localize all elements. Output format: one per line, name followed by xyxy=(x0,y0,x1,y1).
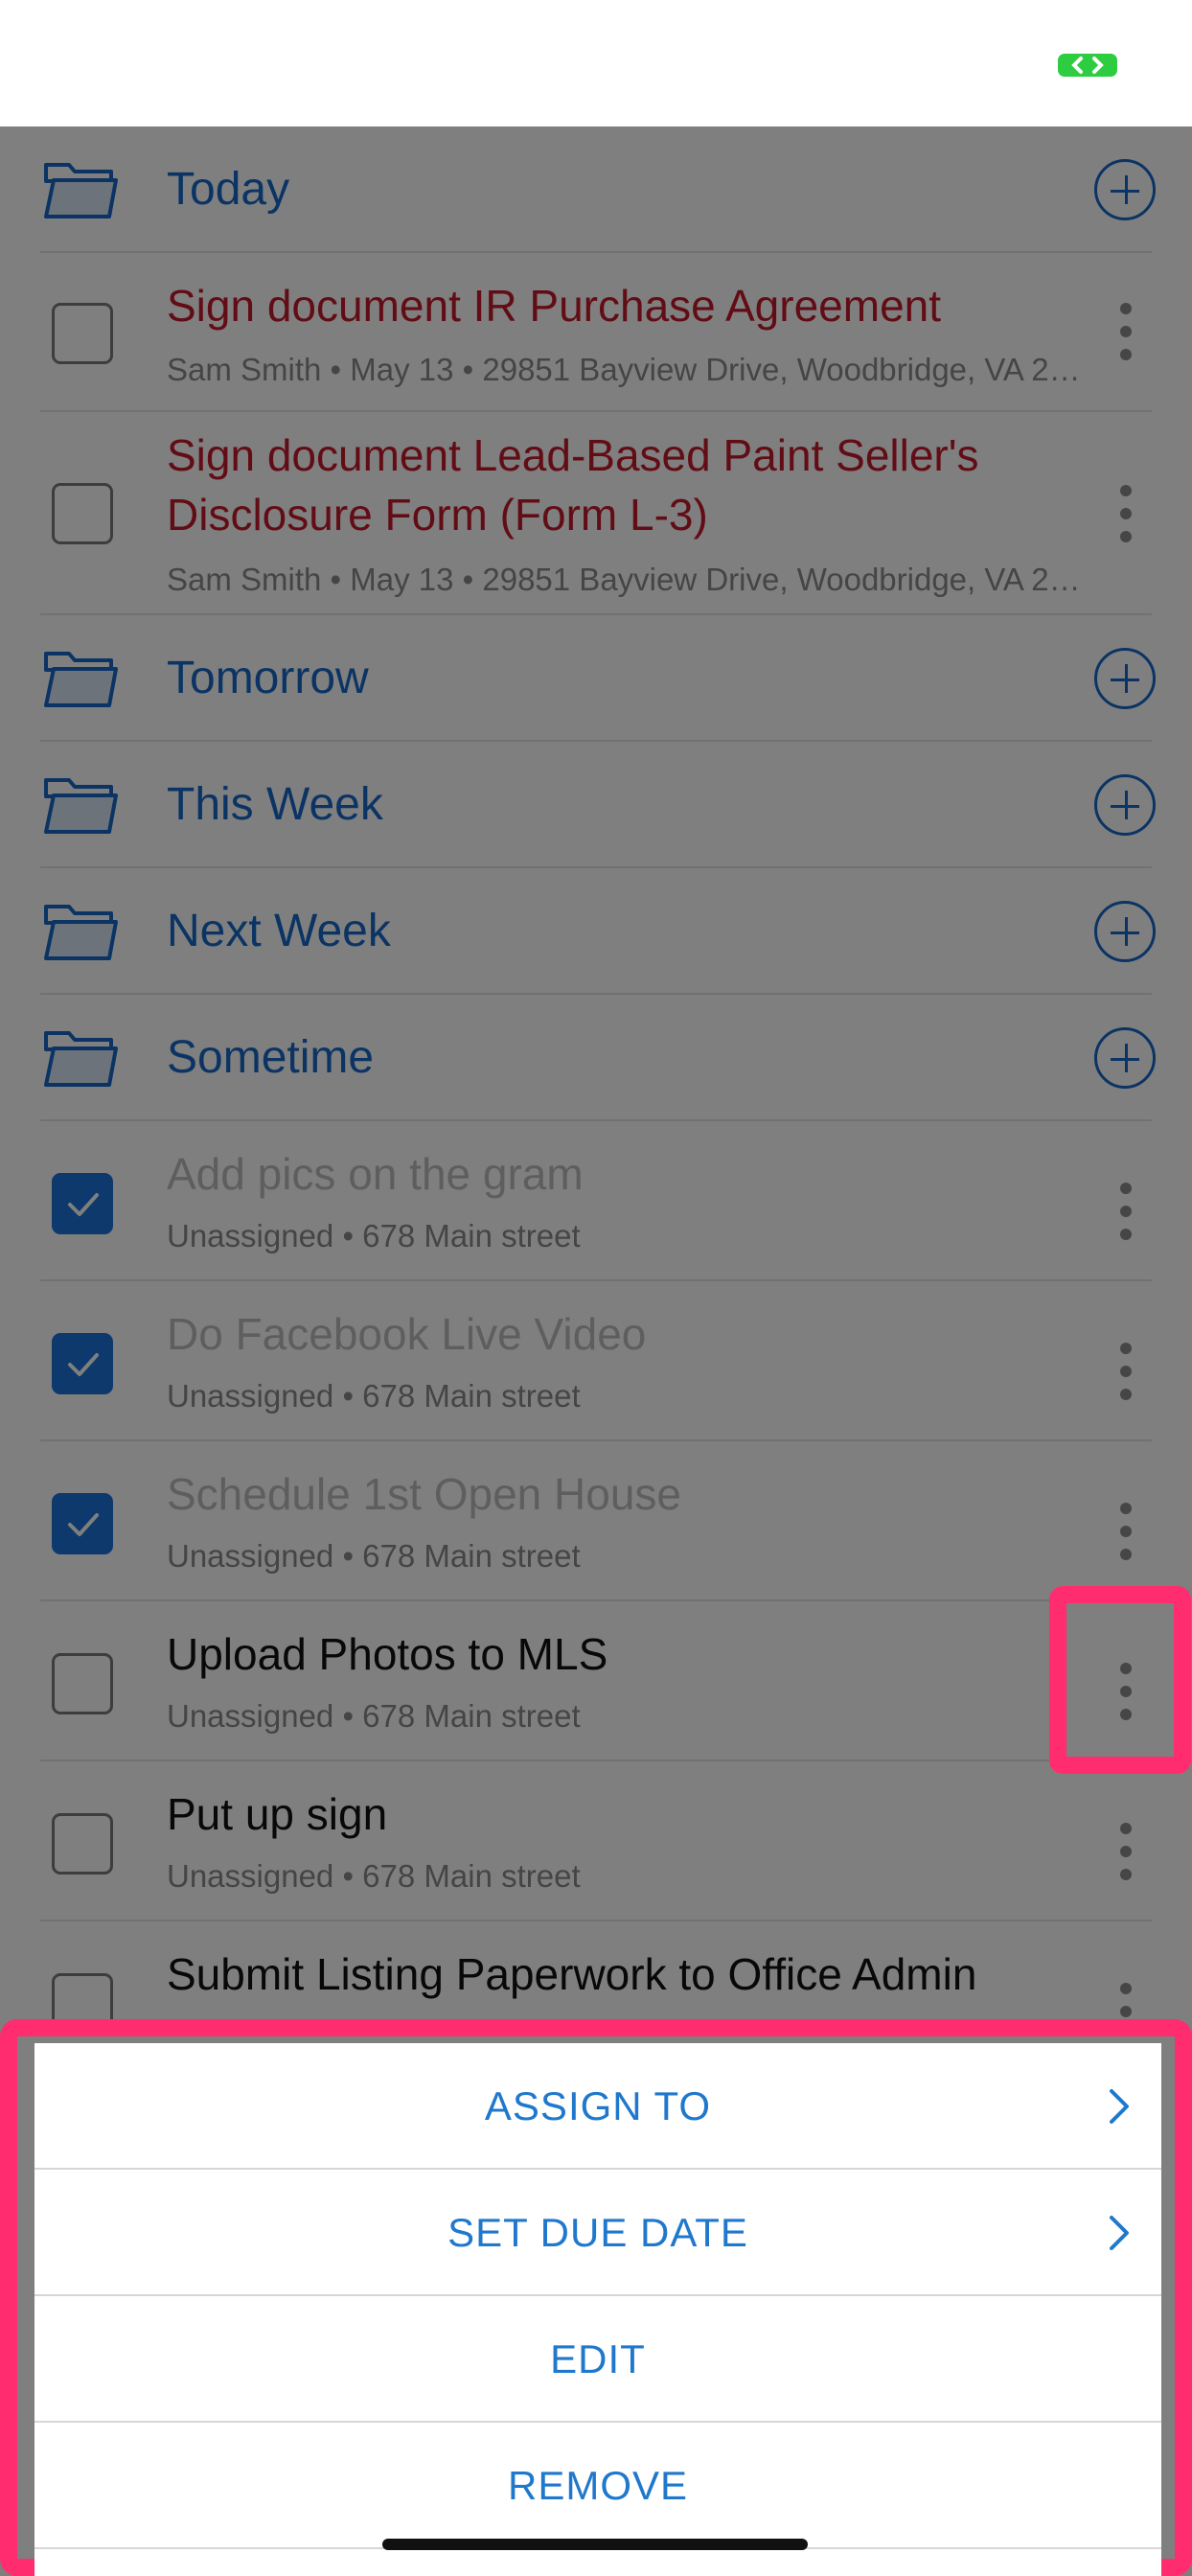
chevron-right-icon xyxy=(1110,2216,1129,2250)
action-sheet: ASSIGN TO SET DUE DATE EDIT REMOVE xyxy=(34,2043,1161,2576)
battery-icon xyxy=(1058,54,1117,77)
home-indicator xyxy=(382,2539,808,2550)
edit-label: EDIT xyxy=(550,2336,646,2381)
set-due-date-label: SET DUE DATE xyxy=(447,2210,748,2255)
chevron-right-icon xyxy=(1110,2089,1129,2124)
assign-to-button[interactable]: ASSIGN TO xyxy=(34,2043,1161,2170)
remove-label: REMOVE xyxy=(507,2463,689,2508)
status-bar xyxy=(0,0,1192,126)
highlight-more-options xyxy=(1049,1586,1191,1774)
remove-button[interactable]: REMOVE xyxy=(34,2423,1161,2549)
set-due-date-button[interactable]: SET DUE DATE xyxy=(34,2170,1161,2296)
assign-to-label: ASSIGN TO xyxy=(484,2083,712,2128)
edit-button[interactable]: EDIT xyxy=(34,2296,1161,2423)
